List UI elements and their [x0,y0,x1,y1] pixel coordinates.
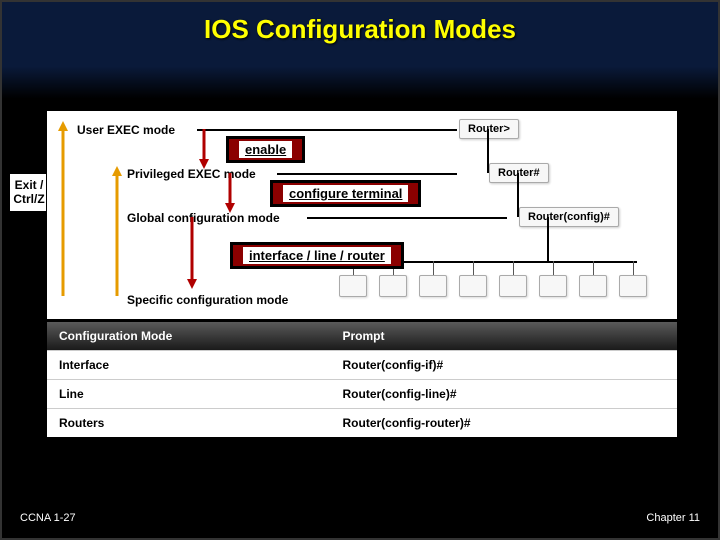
exit-label-2: Ctrl/Z [10,192,48,206]
cmd-interface-box: interface / line / router [230,242,404,269]
down-arrow-interface [185,217,199,289]
exit-label-1: Exit / [10,178,48,192]
global-config-label: Global configuration mode [127,211,280,225]
cmd-configure: configure terminal [283,185,408,202]
cell-mode: Line [47,380,331,408]
down-arrow-configure [223,173,237,213]
table-header: Configuration Mode Prompt [47,322,677,350]
th-mode: Configuration Mode [47,322,331,350]
connector [277,173,457,175]
connector [547,217,549,261]
footer-right: Chapter 11 [646,512,700,524]
cell-prompt: Router(config-line)# [331,380,678,408]
global-config-prompt: Router(config)# [519,207,619,227]
table-row: Line Router(config-line)# [47,379,677,408]
drop [513,261,514,275]
cell-mode: Interface [47,351,331,379]
slide-title: IOS Configuration Modes [2,2,718,45]
footer-left: CCNA 1-27 [20,512,76,524]
user-exec-label: User EXEC mode [77,123,175,137]
sub-mode-box [539,275,567,297]
cell-mode: Routers [47,409,331,437]
sub-mode-box [619,275,647,297]
cmd-configure-box: configure terminal [270,180,421,207]
drop [553,261,554,275]
drop [433,261,434,275]
exit-arrow-left [55,121,71,296]
th-prompt: Prompt [331,322,678,350]
exit-shortcut-box: Exit / Ctrl/Z [8,172,50,213]
drop [593,261,594,275]
sub-mode-box [459,275,487,297]
table-row: Interface Router(config-if)# [47,350,677,379]
sub-mode-box [499,275,527,297]
sub-mode-box [419,275,447,297]
cmd-interface: interface / line / router [243,247,391,264]
drop [473,261,474,275]
sub-mode-box [339,275,367,297]
cmd-enable-box: enable [226,136,305,163]
drop [633,261,634,275]
cell-prompt: Router(config-router)# [331,409,678,437]
cmd-enable: enable [239,141,292,158]
specific-config-label: Specific configuration mode [127,293,288,307]
config-mode-table: Configuration Mode Prompt Interface Rout… [46,321,678,438]
mode-hierarchy-diagram: User EXEC mode Router> Privileged EXEC m… [46,110,678,320]
connector [197,129,457,131]
sub-mode-box [579,275,607,297]
connector [307,217,507,219]
slide: IOS Configuration Modes Exit / Ctrl/Z Us… [0,0,720,540]
cell-prompt: Router(config-if)# [331,351,678,379]
exit-arrow-mid [109,166,125,296]
sub-mode-box [379,275,407,297]
table-row: Routers Router(config-router)# [47,408,677,437]
down-arrow-enable [197,129,211,169]
